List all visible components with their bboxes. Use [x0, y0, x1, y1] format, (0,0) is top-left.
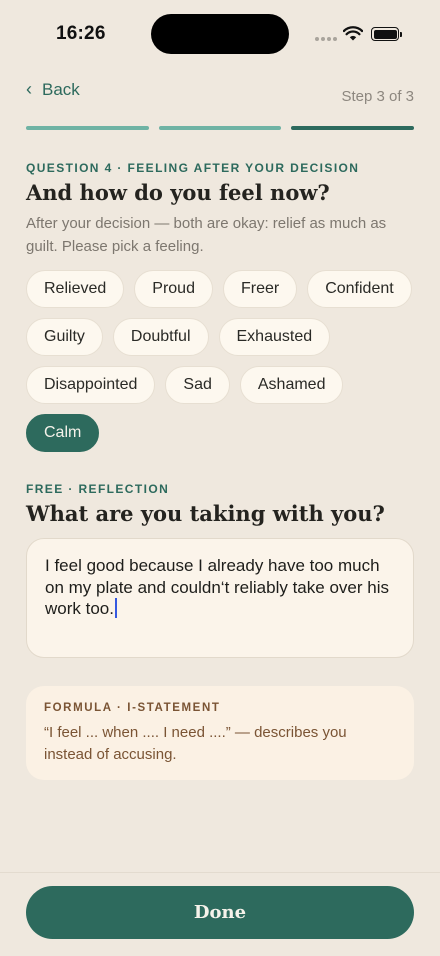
dynamic-island: [151, 14, 289, 54]
step-progress: [26, 126, 415, 130]
reflection-text: I feel good because I already have too m…: [45, 556, 389, 618]
feeling-chip-relieved[interactable]: Relieved: [26, 270, 125, 308]
battery-icon: [371, 27, 402, 41]
back-button[interactable]: ‹ Back: [26, 80, 80, 100]
feeling-chip-doubtful[interactable]: Doubtful: [112, 318, 209, 356]
cellular-signal-icon: [315, 37, 337, 41]
question-subtitle: After your decision — both are okay: rel…: [26, 215, 387, 255]
back-label: Back: [42, 80, 80, 99]
reflection-eyebrow: FREE · REFLECTION: [26, 482, 170, 496]
formula-text: “I feel ... when .... I need ....” — des…: [44, 724, 347, 763]
progress-segment-3: [291, 126, 415, 130]
formula-card: FORMULA · I-STATEMENT “I feel ... when .…: [26, 686, 414, 780]
status-bar: 16:26: [0, 0, 440, 70]
reflection-title: What are you taking with you?: [26, 501, 385, 526]
feeling-chip-ashamed[interactable]: Ashamed: [239, 366, 344, 404]
top-nav: ‹ Back Step 3 of 3: [26, 80, 414, 110]
question-eyebrow: QUESTION 4 · FEELING AFTER YOUR DECISION: [26, 161, 360, 175]
wifi-icon: [343, 26, 363, 41]
status-time: 16:26: [56, 23, 106, 44]
feeling-chip-disappointed[interactable]: Disappointed: [26, 366, 156, 404]
chevron-left-icon: ‹: [26, 79, 32, 99]
feeling-chip-calm[interactable]: Calm: [26, 414, 100, 452]
reflection-textarea[interactable]: I feel good because I already have too m…: [26, 538, 414, 658]
formula-label: FORMULA · I-STATEMENT: [44, 702, 221, 714]
progress-segment-1: [26, 126, 149, 130]
feeling-chips: Relieved Proud Freer Confident Guilty Doubtfu…: [26, 270, 416, 452]
feeling-chip-guilty[interactable]: Guilty: [26, 318, 103, 356]
feeling-chip-confident[interactable]: Confident: [307, 270, 412, 308]
text-caret: [114, 598, 117, 618]
question-title: And how do you feel now?: [26, 180, 330, 205]
feeling-chip-sad[interactable]: Sad: [165, 366, 230, 404]
progress-segment-2: [158, 126, 282, 130]
done-button[interactable]: Done: [26, 886, 414, 939]
footer-divider: [0, 872, 440, 873]
feeling-chip-proud[interactable]: Proud: [134, 270, 213, 308]
feeling-chip-freer[interactable]: Freer: [222, 270, 298, 308]
feeling-chip-exhausted[interactable]: Exhausted: [218, 318, 331, 356]
step-indicator: Step 3 of 3: [341, 88, 414, 105]
